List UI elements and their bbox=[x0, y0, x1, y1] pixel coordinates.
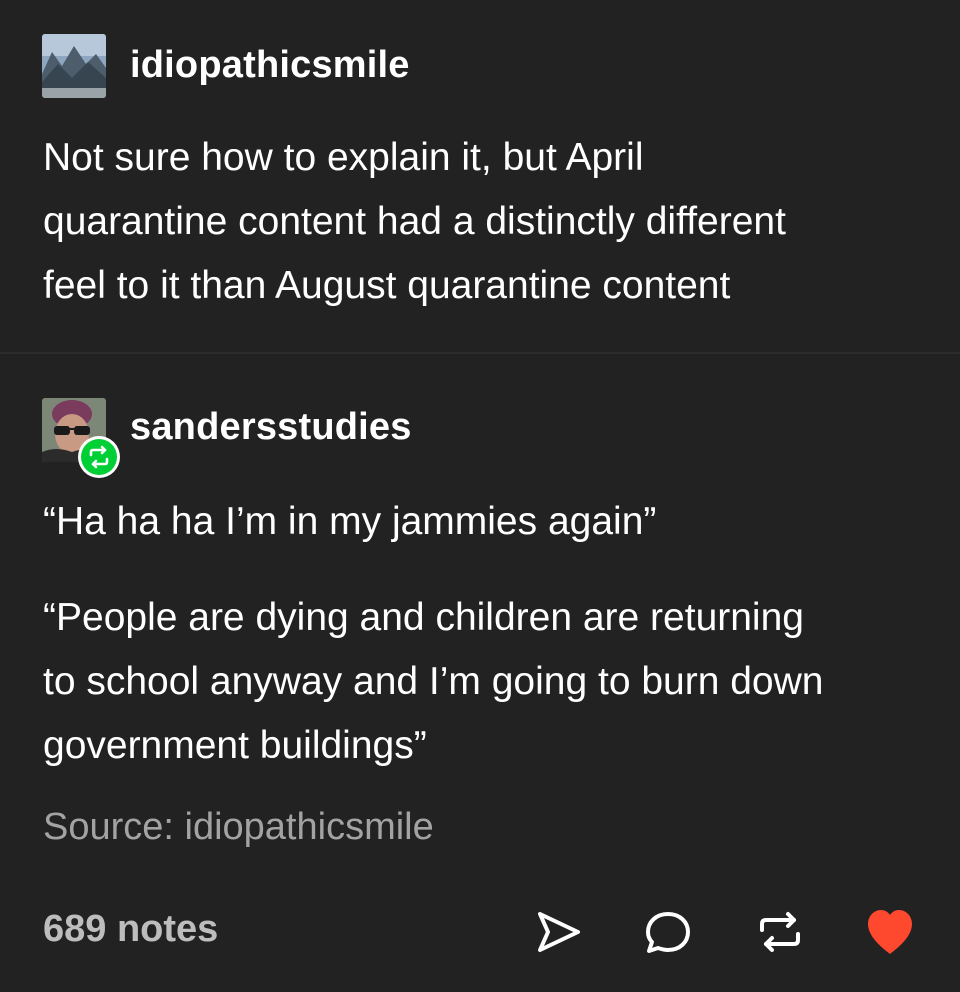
mountain-landscape-avatar[interactable] bbox=[42, 34, 106, 98]
reblog-badge bbox=[78, 436, 120, 478]
reply-icon bbox=[646, 912, 690, 953]
reblog-icon bbox=[89, 445, 109, 469]
source-link[interactable]: Source: idiopathicsmile bbox=[43, 802, 434, 852]
reblog-quote-line: to school anyway and I’m going to burn d… bbox=[43, 660, 824, 703]
notes-count[interactable]: 689 notes bbox=[43, 908, 218, 951]
like-button[interactable] bbox=[862, 904, 918, 960]
post-author-username[interactable]: idiopathicsmile bbox=[130, 44, 410, 87]
reblog-quote-jammies: “Ha ha ha I’m in my jammies again” bbox=[43, 500, 657, 543]
reblog-quote-line: government buildings” bbox=[43, 724, 427, 767]
heart-icon bbox=[868, 910, 912, 954]
post-divider bbox=[0, 352, 960, 354]
post-body-line: quarantine content had a distinctly diff… bbox=[43, 200, 786, 243]
reply-button[interactable] bbox=[640, 904, 696, 960]
send-button[interactable] bbox=[530, 904, 586, 960]
reblog-author-username[interactable]: sandersstudies bbox=[130, 406, 412, 449]
send-icon bbox=[538, 912, 580, 952]
reblog-quote-line: “People are dying and children are retur… bbox=[43, 596, 804, 639]
reblog-quote-people: “People are dying and children are retur… bbox=[43, 586, 923, 778]
post-body-text: Not sure how to explain it, but April qu… bbox=[43, 126, 923, 318]
post-body-line: feel to it than August quarantine conten… bbox=[43, 264, 731, 307]
original-post: idiopathicsmile Not sure how to explain … bbox=[0, 0, 960, 352]
reblog-icon bbox=[760, 912, 800, 952]
reblog-button[interactable] bbox=[752, 904, 808, 960]
post-body-line: Not sure how to explain it, but April bbox=[43, 136, 644, 179]
